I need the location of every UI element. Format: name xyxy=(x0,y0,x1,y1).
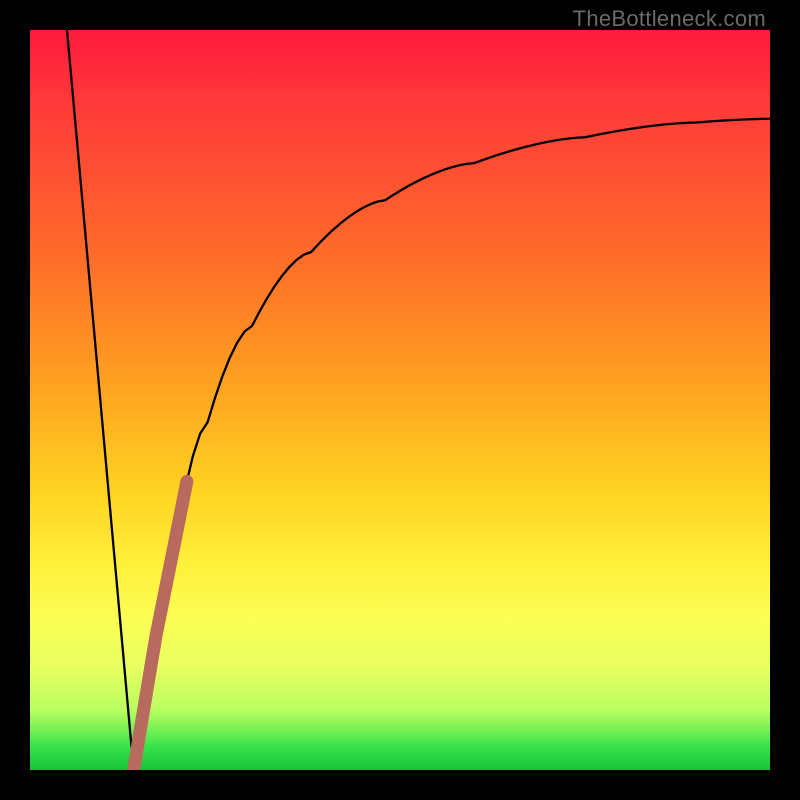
bottleneck-curve xyxy=(67,30,770,770)
highlight-segment xyxy=(134,481,187,770)
watermark-text: TheBottleneck.com xyxy=(573,6,766,32)
chart-frame: TheBottleneck.com xyxy=(0,0,800,800)
curve-layer xyxy=(30,30,770,770)
plot-area xyxy=(30,30,770,770)
